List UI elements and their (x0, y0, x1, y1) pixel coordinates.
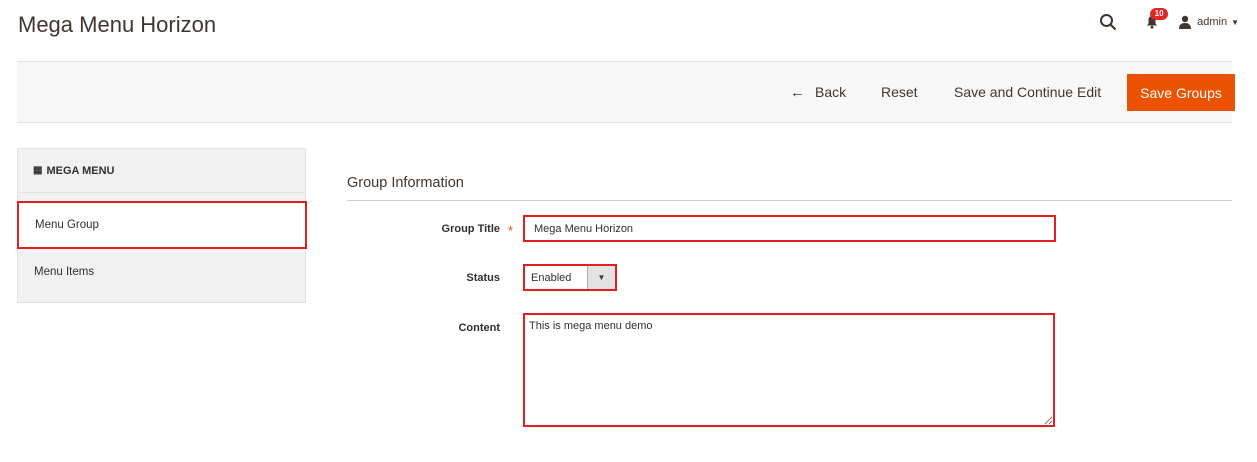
sidebar: ▦ MEGA MENU Menu Group Menu Items (17, 148, 307, 303)
status-selected-value: Enabled (531, 271, 572, 284)
content-textarea[interactable]: This is mega menu demo (523, 313, 1055, 427)
sidebar-title: ▦ MEGA MENU (18, 149, 305, 193)
group-title-label: Group Title (441, 223, 500, 235)
dropdown-arrow-icon: ▼ (587, 266, 615, 289)
user-menu[interactable]: admin ▼ (1178, 15, 1239, 29)
section-divider (347, 200, 1232, 201)
required-asterisk: * (508, 223, 514, 238)
sidebar-item-menu-group[interactable]: Menu Group (17, 201, 307, 249)
grid-icon: ▦ (33, 165, 43, 176)
header-actions: 10 admin ▼ (1096, 8, 1239, 34)
arrow-left-icon: ← (790, 83, 805, 101)
caret-down-icon: ▼ (1231, 17, 1239, 27)
back-button[interactable]: ← Back (790, 62, 846, 122)
user-name: admin (1197, 16, 1228, 28)
status-select[interactable]: Enabled ▼ (523, 264, 617, 291)
search-icon[interactable] (1096, 10, 1120, 34)
user-icon (1179, 15, 1192, 29)
page-title: Mega Menu Horizon (18, 12, 217, 37)
group-title-input[interactable] (523, 215, 1056, 242)
save-groups-button[interactable]: Save Groups (1127, 74, 1235, 111)
sidebar-item-menu-items[interactable]: Menu Items (18, 248, 305, 296)
notifications-button[interactable]: 10 (1140, 8, 1169, 34)
notification-badge: 10 (1150, 8, 1169, 20)
sidebar-title-label: MEGA MENU (46, 164, 115, 177)
save-and-continue-button[interactable]: Save and Continue Edit (954, 62, 1101, 122)
status-label: Status (466, 272, 500, 284)
content-label: Content (458, 322, 500, 334)
back-label: Back (815, 84, 847, 100)
reset-button[interactable]: Reset (881, 62, 918, 122)
page-actions-bar: ← Back Reset Save and Continue Edit Save… (17, 61, 1235, 123)
section-title: Group Information (347, 175, 464, 191)
